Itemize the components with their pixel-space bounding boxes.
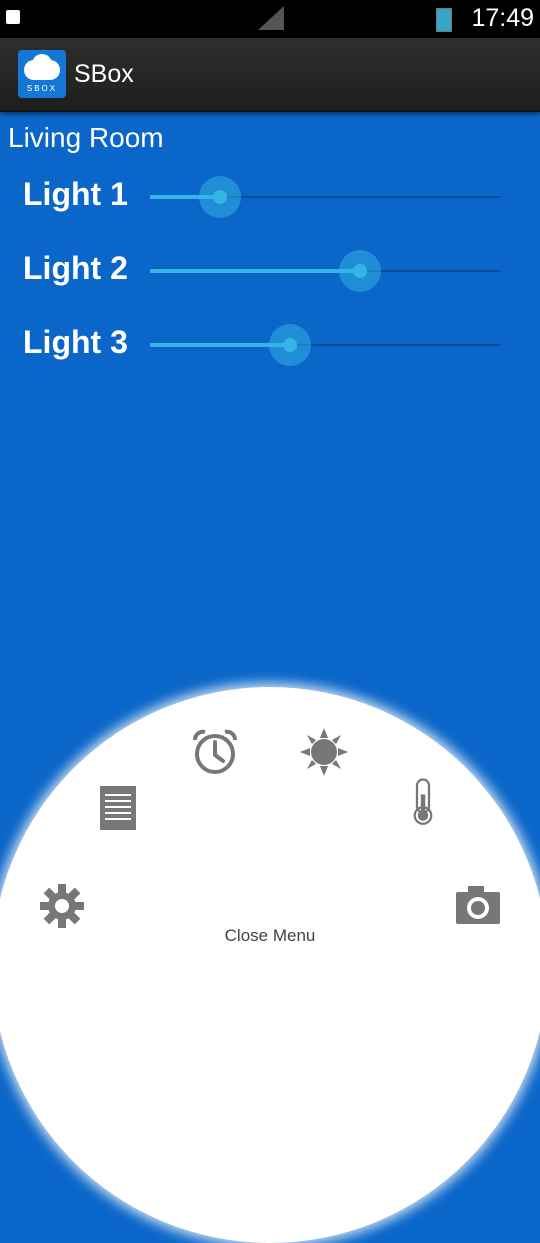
close-menu-button[interactable]: Close Menu xyxy=(0,926,540,946)
light-row: Light 2 xyxy=(0,242,540,302)
light-row: Light 1 xyxy=(0,168,540,228)
light-label: Light 1 xyxy=(23,176,128,212)
slider-thumb[interactable] xyxy=(353,264,367,278)
slider-thumb[interactable] xyxy=(213,190,227,204)
alarm-clock-icon[interactable] xyxy=(191,728,239,776)
light-label: Light 3 xyxy=(23,324,128,360)
room-title: Living Room xyxy=(8,122,164,153)
radial-menu xyxy=(0,687,540,1243)
signal-icon xyxy=(258,6,284,30)
document-icon[interactable] xyxy=(94,784,142,832)
light-label: Light 2 xyxy=(23,250,128,286)
status-time: 17:49 xyxy=(471,4,534,32)
status-bar: 17:49 xyxy=(0,0,540,38)
light-1-slider[interactable] xyxy=(150,176,500,218)
battery-icon xyxy=(436,8,452,32)
sun-icon[interactable] xyxy=(300,728,348,776)
gear-icon[interactable] xyxy=(38,882,86,930)
app-title: SBox xyxy=(74,60,134,88)
usb-debug-icon xyxy=(6,10,20,24)
app-bar: SBOX SBox xyxy=(0,38,540,112)
app-logo-icon[interactable]: SBOX xyxy=(18,50,66,98)
slider-thumb[interactable] xyxy=(283,338,297,352)
thermometer-icon[interactable] xyxy=(399,778,447,826)
logo-text: SBOX xyxy=(26,84,58,93)
light-row: Light 3 xyxy=(0,316,540,376)
light-2-slider[interactable] xyxy=(150,250,500,292)
light-3-slider[interactable] xyxy=(150,324,500,366)
camera-icon[interactable] xyxy=(454,882,502,930)
